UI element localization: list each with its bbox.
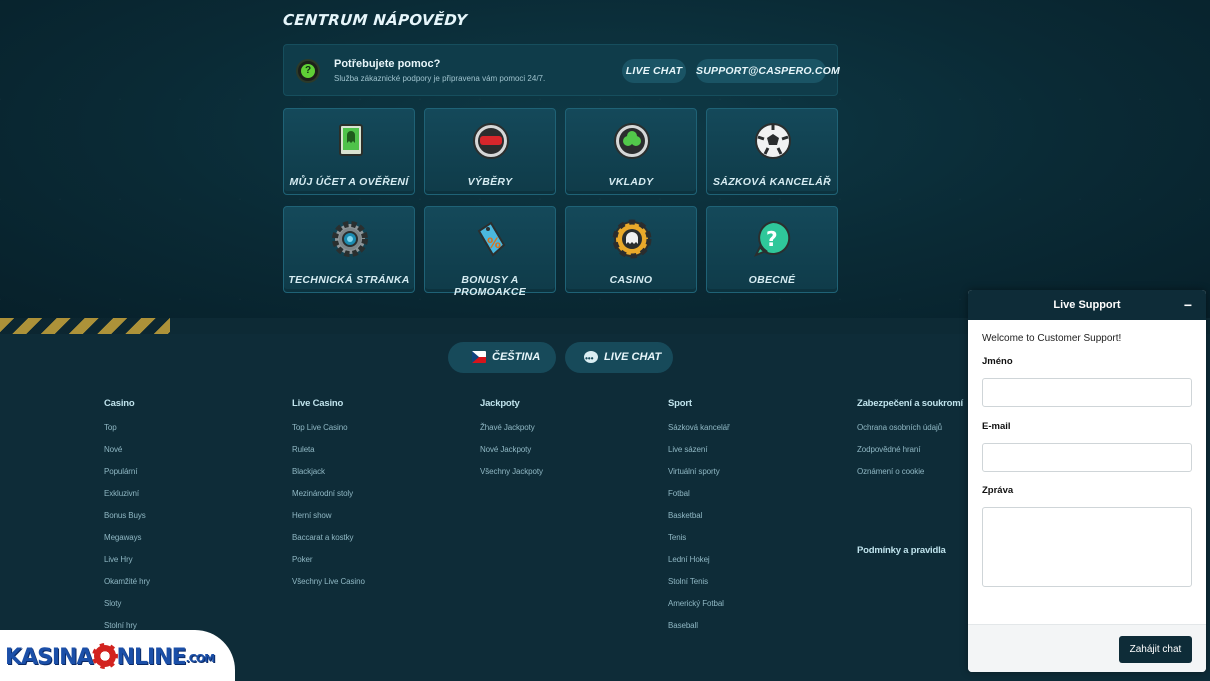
deposit-icon [614,123,650,159]
tile-label: SÁZKOVÁ KANCELÁŘ [713,176,831,188]
tile-sportsbook[interactable]: SÁZKOVÁ KANCELÁŘ [706,108,838,195]
message-label: Zpráva [982,485,1014,496]
kasinaonline-logo: KASINA NLINE.COM [0,630,235,681]
footer-link[interactable]: Zodpovědné hraní [857,445,920,454]
footer-link[interactable]: Okamžité hry [104,577,150,586]
help-heading: Potřebujete pomoc? [334,58,441,70]
help-center-title: CENTRUM NÁPOVĚDY [282,11,468,29]
czech-flag-icon [472,351,486,363]
footer-link[interactable]: Všechny Live Casino [292,577,365,586]
footer-link[interactable]: Všechny Jackpoty [480,467,543,476]
logo-part-3: .COM [185,652,216,665]
casino-chip-logo-icon [91,643,118,669]
footer-column-title: Casino [104,398,135,409]
tile-label: BONUSY A PROMOAKCE [453,274,527,298]
footer-link[interactable]: Exkluzivní [104,489,139,498]
footer-link[interactable]: Top Live Casino [292,423,348,432]
footer-link[interactable]: Žhavé Jackpoty [480,423,535,432]
tile-technical[interactable]: TECHNICKÁ STRÁNKA [283,206,415,293]
help-subtext: Služba zákaznické podpory je připravena … [334,74,546,83]
tile-bonuses[interactable]: % BONUSY A PROMOAKCE [424,206,556,298]
footer-column-title: Jackpoty [480,398,520,409]
footer-link[interactable]: Herní show [292,511,332,520]
footer-link[interactable]: Live sázení [668,445,707,454]
tile-label: OBECNÉ [748,274,796,286]
footer-link[interactable]: Bonus Buys [104,511,146,520]
footer-terms-title[interactable]: Podmínky a pravidla [857,545,946,556]
footer-link[interactable]: Poker [292,555,313,564]
footer-link[interactable]: Baccarat a kostky [292,533,354,542]
widget-footer: Zahájit chat [968,624,1206,672]
tile-withdrawals[interactable]: VÝBĚRY [424,108,556,195]
tile-general[interactable]: ? OBECNÉ [706,206,838,293]
footer-link[interactable]: Blackjack [292,467,325,476]
footer-column-title: Zabezpečení a soukromí [857,398,963,409]
footer-link[interactable]: Top [104,423,117,432]
footer-link[interactable]: Basketbal [668,511,702,520]
live-support-widget: Live Support − Welcome to Customer Suppo… [968,290,1206,672]
widget-header: Live Support − [968,290,1206,320]
footer-link[interactable]: Virtuální sporty [668,467,720,476]
help-center-section: CENTRUM NÁPOVĚDY ? Potřebujete pomoc? Sl… [0,0,1210,320]
logo-text: KASINA NLINE.COM [5,643,216,670]
tile-label: CASINO [609,274,653,286]
widget-welcome-text: Welcome to Customer Support! [982,333,1122,344]
football-icon [755,123,791,159]
tile-account[interactable]: MŮJ ÚČET A OVĚŘENÍ [283,108,415,195]
logo-part-2: NLINE [116,645,187,670]
footer-column-title: Sport [668,398,692,409]
svg-text:%: % [487,236,501,252]
footer-link[interactable]: Oznámení o cookie [857,467,924,476]
footer-link[interactable]: Lední Hokej [668,555,710,564]
question-badge-icon: ? [296,59,320,83]
question-icon: ? [753,220,791,257]
language-button[interactable]: ČEŠTINA [448,342,556,373]
footer-link[interactable]: Stolní Tenis [668,577,708,586]
live-chat-label: LIVE CHAT [604,351,662,363]
withdrawal-icon [473,123,509,159]
footer-link[interactable]: Nové Jackpoty [480,445,531,454]
footer-link[interactable]: Ochrana osobních údajů [857,423,942,432]
start-chat-button[interactable]: Zahájit chat [1119,636,1192,663]
account-card-icon [339,124,363,156]
tile-label: TECHNICKÁ STRÁNKA [288,274,410,286]
widget-title: Live Support [1053,299,1121,311]
footer-link[interactable]: Megaways [104,533,142,542]
footer-link[interactable]: Baseball [668,621,698,630]
footer-link[interactable]: Fotbal [668,489,690,498]
email-input[interactable] [982,443,1192,472]
minimize-icon[interactable]: − [1184,290,1192,320]
tile-label: MŮJ ÚČET A OVĚŘENÍ [289,176,409,188]
tile-label: VÝBĚRY [467,176,513,188]
footer-link[interactable]: Americký Fotbal [668,599,724,608]
help-contact-box: ? Potřebujete pomoc? Služba zákaznické p… [283,44,840,96]
tile-label: VKLADY [608,176,654,188]
footer-link[interactable]: Ruleta [292,445,315,454]
name-label: Jméno [982,356,1013,367]
footer-link[interactable]: Sloty [104,599,121,608]
logo-part-1: KASINA [5,645,94,670]
footer-link[interactable]: Mezinárodní stoly [292,489,353,498]
svg-text:?: ? [766,227,778,251]
footer-link[interactable]: Live Hry [104,555,133,564]
support-email-button[interactable]: SUPPORT@CASPERO.COM [696,59,840,83]
percent-tag-icon: % [477,221,506,257]
chat-bubble-icon [584,343,598,374]
footer-live-chat-button[interactable]: LIVE CHAT [565,342,673,374]
email-label: E-mail [982,421,1011,432]
tile-deposits[interactable]: VKLADY [565,108,697,195]
name-input[interactable] [982,378,1192,407]
footer-link[interactable]: Tenis [668,533,686,542]
gear-icon [332,221,368,257]
footer-link[interactable]: Stolní hry [104,621,137,630]
footer-link[interactable]: Populární [104,467,137,476]
casino-chip-icon [612,219,652,259]
footer-column-title: Live Casino [292,398,344,409]
language-label: ČEŠTINA [492,351,541,363]
footer-link[interactable]: Sázková kancelář [668,423,730,432]
footer-link[interactable]: Nové [104,445,122,454]
tile-casino[interactable]: CASINO [565,206,697,293]
live-chat-button[interactable]: LIVE CHAT [622,59,686,83]
message-textarea[interactable] [982,507,1192,587]
